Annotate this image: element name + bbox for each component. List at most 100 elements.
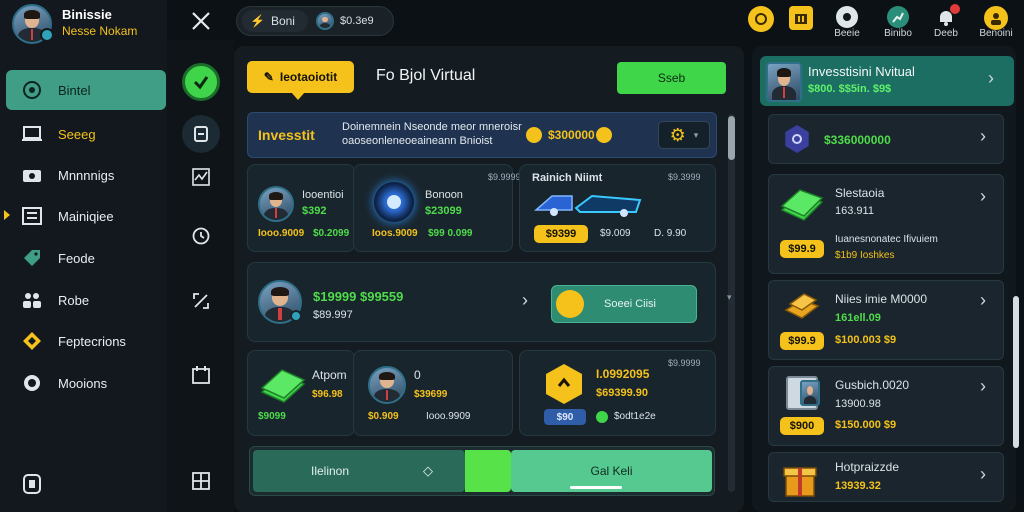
avatar bbox=[800, 380, 820, 406]
tab-active[interactable]: ✎ Ieotaoiotit bbox=[247, 61, 354, 93]
banner-line2: oaoseonleneoeaineann Bnioist bbox=[342, 135, 493, 147]
scrollbar-track[interactable] bbox=[728, 114, 735, 492]
primary-button[interactable]: Sseb bbox=[617, 62, 726, 94]
card-name: Iooentioi bbox=[302, 189, 344, 201]
chevron-right-icon[interactable]: › bbox=[980, 126, 986, 147]
clock-icon[interactable] bbox=[190, 225, 212, 247]
sidebar-item-feode[interactable]: Feode bbox=[6, 238, 166, 278]
right-card-line: Iuanesnonatec Ifivuiem bbox=[835, 234, 938, 245]
user-icon[interactable] bbox=[984, 6, 1008, 30]
right-card-pill[interactable]: $99.9 bbox=[780, 332, 824, 350]
sidebar-item-label: Feptecrions bbox=[58, 333, 126, 349]
headset-icon[interactable] bbox=[836, 6, 858, 28]
avatar bbox=[368, 366, 406, 404]
notification-badge bbox=[950, 4, 960, 14]
gift-box-icon bbox=[780, 458, 820, 498]
card-stat: $0.2099 bbox=[313, 228, 350, 239]
right-card-title: Slestaoia bbox=[835, 186, 885, 200]
card-pill[interactable]: $9399 bbox=[534, 225, 588, 243]
race-car-icon bbox=[532, 188, 644, 218]
scrollbar-thumb[interactable] bbox=[728, 116, 735, 160]
user-name: Binissie bbox=[62, 7, 112, 22]
check-icon[interactable] bbox=[182, 63, 220, 101]
bottom-left-button[interactable]: Ilelinon ◇ bbox=[253, 450, 465, 492]
tab-boni[interactable]: ⚡ Boni bbox=[242, 10, 308, 32]
card-tag: $9.9999 bbox=[488, 172, 521, 182]
invest-title: Invesstisini Nvitual bbox=[808, 64, 915, 79]
exit-icon[interactable] bbox=[20, 472, 44, 496]
sidebar-item-bintel[interactable]: Bintel bbox=[6, 70, 166, 110]
tab-balance[interactable]: $0.3e9 bbox=[316, 10, 388, 32]
user-subtitle: Nesse Nokam bbox=[62, 24, 138, 38]
list-icon bbox=[22, 206, 42, 226]
card-stat: D. 9.90 bbox=[654, 228, 687, 239]
sidebar-item-mainiqiee[interactable]: Mainiqiee bbox=[6, 196, 166, 236]
sidebar: Binissie Nesse Nokam Bintel Seeeg Mnnnni… bbox=[0, 0, 167, 512]
chevron-right-icon[interactable]: › bbox=[980, 186, 986, 207]
gear-icon: ⚙ bbox=[669, 124, 686, 145]
close-icon[interactable] bbox=[188, 8, 214, 34]
laptop-icon bbox=[22, 124, 42, 144]
cash-icon bbox=[260, 366, 306, 404]
chevron-right-icon[interactable]: › bbox=[980, 290, 986, 311]
right-card-line: $1b9 Ioshkes bbox=[835, 250, 895, 261]
card-stat: Iooo.9909 bbox=[426, 411, 471, 422]
calendar-icon[interactable] bbox=[190, 364, 212, 386]
chevron-right-icon[interactable]: › bbox=[980, 376, 986, 397]
sidebar-item-seeeg[interactable]: Seeeg bbox=[6, 114, 166, 154]
right-card-title: Gusbich.0020 bbox=[835, 378, 910, 392]
scrollbar-thumb[interactable] bbox=[1013, 296, 1019, 448]
sidebar-item-mnnnnigs[interactable]: Mnnnnigs bbox=[6, 155, 166, 195]
chart-icon[interactable] bbox=[887, 6, 909, 28]
camera-icon bbox=[22, 165, 42, 185]
active-indicator bbox=[570, 486, 622, 489]
right-card-sub: 163.911 bbox=[835, 205, 874, 217]
wallet-icon[interactable] bbox=[182, 115, 220, 153]
card-stat: $39699 bbox=[414, 389, 448, 400]
chevron-right-icon[interactable]: › bbox=[988, 68, 994, 89]
settings-button[interactable]: ⚙ ▾ bbox=[658, 121, 710, 149]
banner-label: Invesstit bbox=[258, 127, 315, 143]
expand-icon[interactable] bbox=[190, 290, 212, 312]
chevron-down-icon: ▾ bbox=[693, 129, 699, 140]
chevron-right-icon[interactable]: › bbox=[522, 290, 528, 311]
right-card-title: Hotpraizzde bbox=[835, 460, 900, 474]
status-dot bbox=[596, 411, 608, 423]
sidebar-item-feptecrions[interactable]: Feptecrions bbox=[6, 321, 166, 361]
card-stat: $9.009 bbox=[600, 228, 631, 239]
grid-icon[interactable] bbox=[190, 470, 212, 492]
sidebar-item-robe[interactable]: Robe bbox=[6, 280, 166, 320]
bolt-icon: ⚡ bbox=[250, 14, 265, 28]
topbar-label: Deeb bbox=[934, 28, 958, 39]
right-card-pill[interactable]: $99.9 bbox=[780, 240, 824, 258]
card-stat: $96.98 bbox=[312, 389, 343, 400]
coin-icon[interactable] bbox=[748, 6, 774, 32]
right-card-title: Niies imie M0000 bbox=[835, 292, 928, 306]
featured-button-label: Soeei Ciisi bbox=[604, 298, 656, 310]
right-card-pill[interactable]: $900 bbox=[780, 417, 824, 435]
diamond-icon: ◇ bbox=[423, 463, 434, 478]
chevron-right-icon[interactable]: › bbox=[980, 464, 986, 485]
avatar bbox=[766, 62, 802, 102]
globe-icon bbox=[22, 373, 42, 393]
verified-icon bbox=[40, 28, 54, 42]
coin-icon bbox=[526, 127, 542, 143]
chevron-down-icon[interactable]: ▾ bbox=[727, 292, 732, 303]
sidebar-item-mooions[interactable]: Mooions bbox=[6, 363, 166, 403]
card-pill[interactable]: $90 bbox=[544, 409, 586, 425]
briefcase-icon[interactable] bbox=[789, 6, 813, 30]
small-avatar bbox=[316, 12, 334, 30]
orb-icon bbox=[374, 182, 414, 222]
diamond-icon bbox=[22, 331, 42, 351]
right-card-sub: 13939.32 bbox=[835, 480, 881, 492]
banner-amount: $300000 bbox=[548, 128, 595, 142]
right-card-line: $150.000 $9 bbox=[835, 419, 897, 431]
card-sub: $69399.90 bbox=[596, 387, 648, 399]
tag-icon bbox=[22, 248, 42, 268]
gold-bars-icon bbox=[782, 290, 822, 324]
featured-title: $19999 $99559 bbox=[313, 289, 404, 304]
slider-handle[interactable] bbox=[465, 450, 511, 492]
activity-icon[interactable] bbox=[190, 166, 212, 188]
page-title: Fo Bjol Virtual bbox=[376, 67, 476, 84]
coin-icon bbox=[596, 127, 612, 143]
